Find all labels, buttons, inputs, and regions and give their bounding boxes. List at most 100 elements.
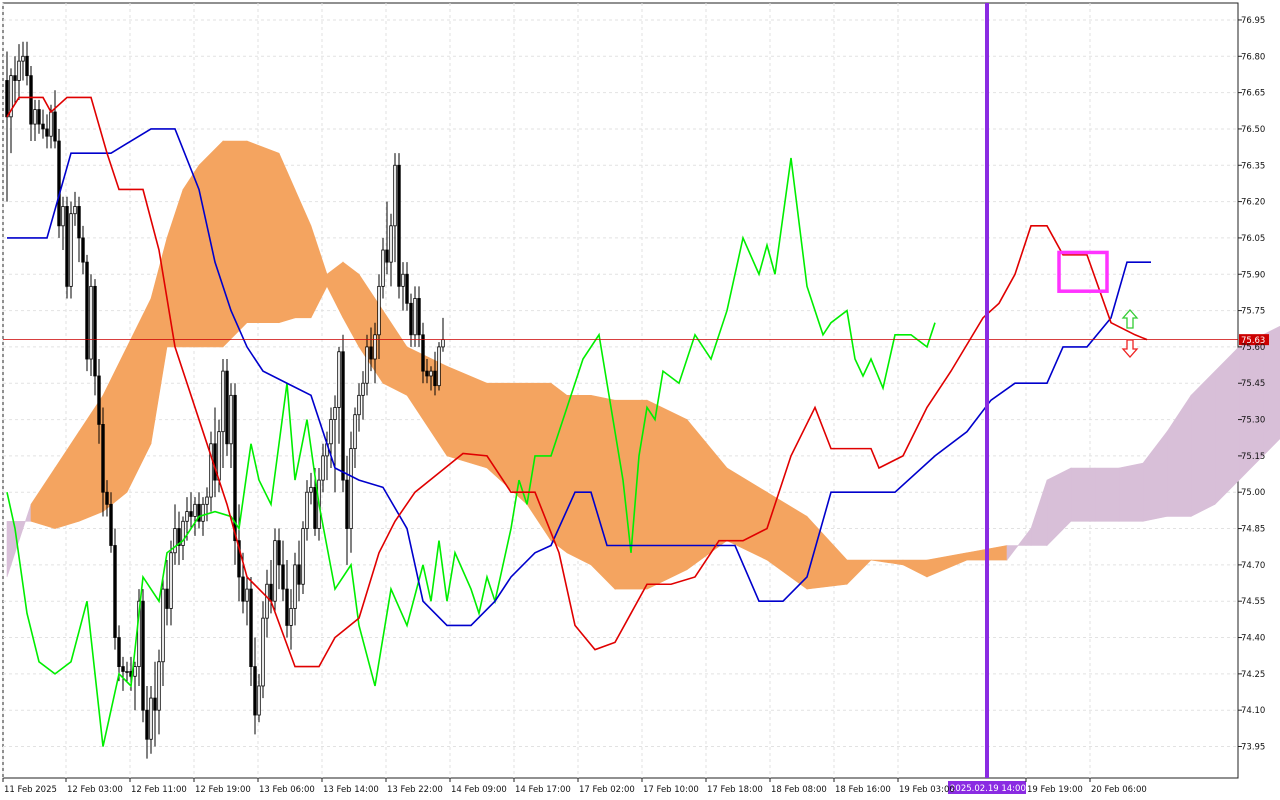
candle-body bbox=[401, 273, 405, 287]
candle-body bbox=[5, 80, 9, 118]
x-tick-label: 18 Feb 08:00 bbox=[771, 785, 827, 795]
candle-body bbox=[213, 443, 217, 481]
candle-body bbox=[261, 617, 265, 687]
candle-body bbox=[245, 588, 249, 602]
candle-body bbox=[121, 666, 125, 672]
candle-body bbox=[353, 414, 357, 450]
cloud-segment bbox=[446, 365, 488, 469]
candle-body bbox=[193, 503, 197, 517]
x-tick-label: 17 Feb 10:00 bbox=[643, 785, 699, 795]
y-tick-label: 74.10 bbox=[1241, 706, 1265, 716]
candle-body bbox=[221, 370, 225, 433]
candle-body bbox=[41, 123, 45, 130]
candle-body bbox=[13, 75, 17, 81]
candle-body bbox=[285, 588, 289, 626]
candle-body bbox=[189, 511, 193, 517]
x-tick-label: 17 Feb 18:00 bbox=[707, 785, 763, 795]
candle-body bbox=[309, 486, 313, 493]
candle-body bbox=[373, 334, 377, 360]
candle-body bbox=[241, 576, 245, 602]
candle-body bbox=[161, 588, 165, 663]
candle-body bbox=[333, 407, 337, 420]
y-tick-label: 74.40 bbox=[1241, 634, 1265, 644]
cloud-segment bbox=[590, 394, 616, 590]
candle-body bbox=[313, 486, 317, 529]
candle-body bbox=[125, 671, 129, 673]
plot-background bbox=[2, 2, 1239, 779]
candle-body bbox=[73, 206, 77, 215]
candle-body bbox=[65, 206, 69, 287]
candle-body bbox=[277, 540, 281, 566]
candle-body bbox=[173, 528, 177, 554]
y-tick-label: 76.80 bbox=[1241, 52, 1265, 62]
candle-body bbox=[53, 111, 57, 142]
ichimoku-chart[interactable]: 75.632025.02.19 14:00 76.9576.8076.6576.… bbox=[0, 0, 1280, 800]
candle-body bbox=[393, 164, 397, 227]
candle-body bbox=[425, 370, 429, 377]
candle-body bbox=[77, 206, 81, 239]
candle-body bbox=[369, 346, 373, 360]
x-tick-label: 12 Feb 11:00 bbox=[131, 785, 187, 795]
candle-body bbox=[69, 213, 73, 287]
candle-body bbox=[417, 298, 421, 336]
candle-body bbox=[421, 334, 425, 372]
x-tick-label: 18 Feb 16:00 bbox=[835, 785, 891, 795]
y-tick-label: 74.55 bbox=[1241, 597, 1265, 607]
candle-body bbox=[29, 75, 33, 125]
candle-body bbox=[113, 545, 117, 638]
candle-body bbox=[249, 588, 253, 667]
y-tick-label: 75.15 bbox=[1241, 452, 1265, 462]
y-tick-label: 74.70 bbox=[1241, 561, 1265, 571]
y-tick-label: 75.30 bbox=[1241, 416, 1265, 426]
candle-body bbox=[205, 496, 209, 505]
y-tick-label: 75.90 bbox=[1241, 270, 1265, 280]
y-tick-label: 75.75 bbox=[1241, 307, 1265, 317]
candle-body bbox=[265, 583, 269, 619]
cloud-segment bbox=[1094, 467, 1120, 522]
candle-body bbox=[437, 346, 441, 387]
candle-body bbox=[381, 249, 385, 287]
candle-body bbox=[101, 424, 105, 493]
candle-body bbox=[201, 503, 205, 522]
cloud-segment bbox=[566, 395, 592, 566]
candle-body bbox=[17, 60, 21, 81]
candle-body bbox=[25, 55, 29, 77]
x-tick-label: 20 Feb 06:00 bbox=[1091, 785, 1147, 795]
candle-body bbox=[385, 249, 389, 263]
candle-body bbox=[341, 351, 345, 481]
candle-body bbox=[297, 564, 301, 585]
candle-body bbox=[357, 394, 361, 416]
candle-body bbox=[321, 455, 325, 481]
candle-body bbox=[409, 302, 413, 336]
candle-body bbox=[301, 528, 305, 585]
x-tick-label: 11 Feb 2025 bbox=[4, 785, 57, 795]
x-tick-label: 13 Feb 06:00 bbox=[259, 785, 315, 795]
candle-body bbox=[81, 237, 85, 263]
candle-body bbox=[145, 709, 149, 740]
candle-body bbox=[61, 206, 65, 227]
candle-body bbox=[89, 285, 93, 360]
candle-body bbox=[85, 261, 89, 360]
cloud-segment bbox=[1214, 346, 1240, 506]
cloud-segment bbox=[1118, 462, 1144, 522]
candle-body bbox=[45, 128, 49, 137]
y-tick-label: 76.95 bbox=[1241, 16, 1265, 26]
candle-body bbox=[225, 370, 229, 445]
candle-body bbox=[229, 394, 233, 445]
candle-body bbox=[361, 382, 365, 396]
candle-body bbox=[141, 600, 145, 711]
cursor-date-label: 2025.02.19 14:00 bbox=[950, 784, 1026, 794]
cloud-segment bbox=[646, 399, 688, 590]
y-tick-label: 76.65 bbox=[1241, 89, 1265, 99]
candle-body bbox=[169, 552, 173, 609]
x-tick-label: 19 Feb 03:00 bbox=[899, 785, 955, 795]
cloud-segment bbox=[222, 140, 248, 348]
candle-body bbox=[405, 273, 409, 304]
candle-body bbox=[257, 685, 261, 716]
candle-body bbox=[397, 164, 401, 287]
x-tick-label: 12 Feb 19:00 bbox=[195, 785, 251, 795]
candle-body bbox=[253, 666, 257, 716]
candle-body bbox=[185, 511, 189, 522]
candle-body bbox=[413, 298, 417, 336]
x-tick-label: 12 Feb 03:00 bbox=[67, 785, 123, 795]
